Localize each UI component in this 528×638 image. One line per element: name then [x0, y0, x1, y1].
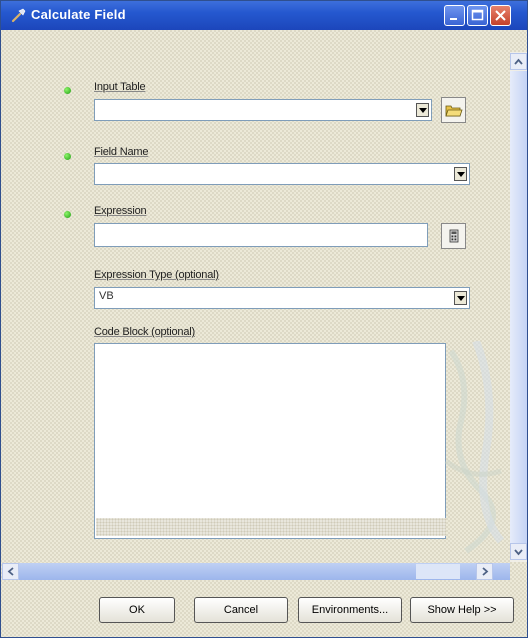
expression-label: Expression	[94, 205, 147, 217]
folder-open-icon	[445, 105, 463, 117]
title-bar[interactable]: Calculate Field	[1, 1, 527, 30]
code-block-label: Code Block (optional)	[94, 326, 195, 338]
background-map-image	[444, 341, 505, 554]
scroll-up-button[interactable]	[510, 53, 527, 70]
expression-builder-button[interactable]	[441, 223, 466, 249]
scroll-left-button[interactable]	[2, 563, 19, 580]
input-table-field[interactable]	[94, 99, 432, 121]
hammer-icon	[11, 8, 26, 23]
chevron-left-icon	[7, 567, 14, 576]
maximize-icon	[471, 9, 484, 21]
minimize-icon	[450, 18, 457, 20]
scroll-right-button[interactable]	[476, 563, 493, 580]
code-block-textarea[interactable]	[94, 343, 446, 539]
required-indicator-icon	[64, 211, 71, 218]
close-icon	[495, 10, 506, 21]
close-button[interactable]	[490, 5, 511, 26]
expression-type-label: Expression Type (optional)	[94, 269, 219, 281]
show-help-button[interactable]: Show Help >>	[410, 597, 514, 623]
scroll-down-button[interactable]	[510, 543, 527, 560]
ok-button[interactable]: OK	[99, 597, 175, 623]
chevron-down-icon[interactable]	[454, 291, 467, 305]
chevron-down-icon	[514, 549, 523, 556]
vertical-scroll-thumb[interactable]	[510, 71, 527, 543]
required-indicator-icon	[64, 153, 71, 160]
expression-type-value: VB	[99, 290, 114, 302]
field-name-field[interactable]	[94, 163, 470, 185]
expression-type-select[interactable]: VB	[94, 287, 470, 309]
browse-button[interactable]	[441, 97, 466, 123]
required-indicator-icon	[64, 87, 71, 94]
horizontal-scroll-thumb[interactable]	[416, 564, 460, 579]
chevron-up-icon	[514, 58, 523, 65]
minimize-button[interactable]	[444, 5, 465, 26]
environments-button[interactable]: Environments...	[298, 597, 402, 623]
code-block-scrollbar[interactable]	[96, 518, 446, 536]
cancel-button[interactable]: Cancel	[194, 597, 288, 623]
expression-field[interactable]	[94, 223, 428, 247]
input-table-label: Input Table	[94, 81, 146, 93]
calculate-field-dialog: Calculate Field Input Table Field Name E…	[0, 0, 528, 638]
field-name-label: Field Name	[94, 146, 149, 158]
chevron-right-icon	[482, 567, 489, 576]
chevron-down-icon[interactable]	[454, 167, 467, 181]
window-title: Calculate Field	[31, 7, 126, 22]
chevron-down-icon[interactable]	[416, 103, 429, 117]
maximize-button[interactable]	[467, 5, 488, 26]
calculator-icon	[449, 229, 459, 243]
